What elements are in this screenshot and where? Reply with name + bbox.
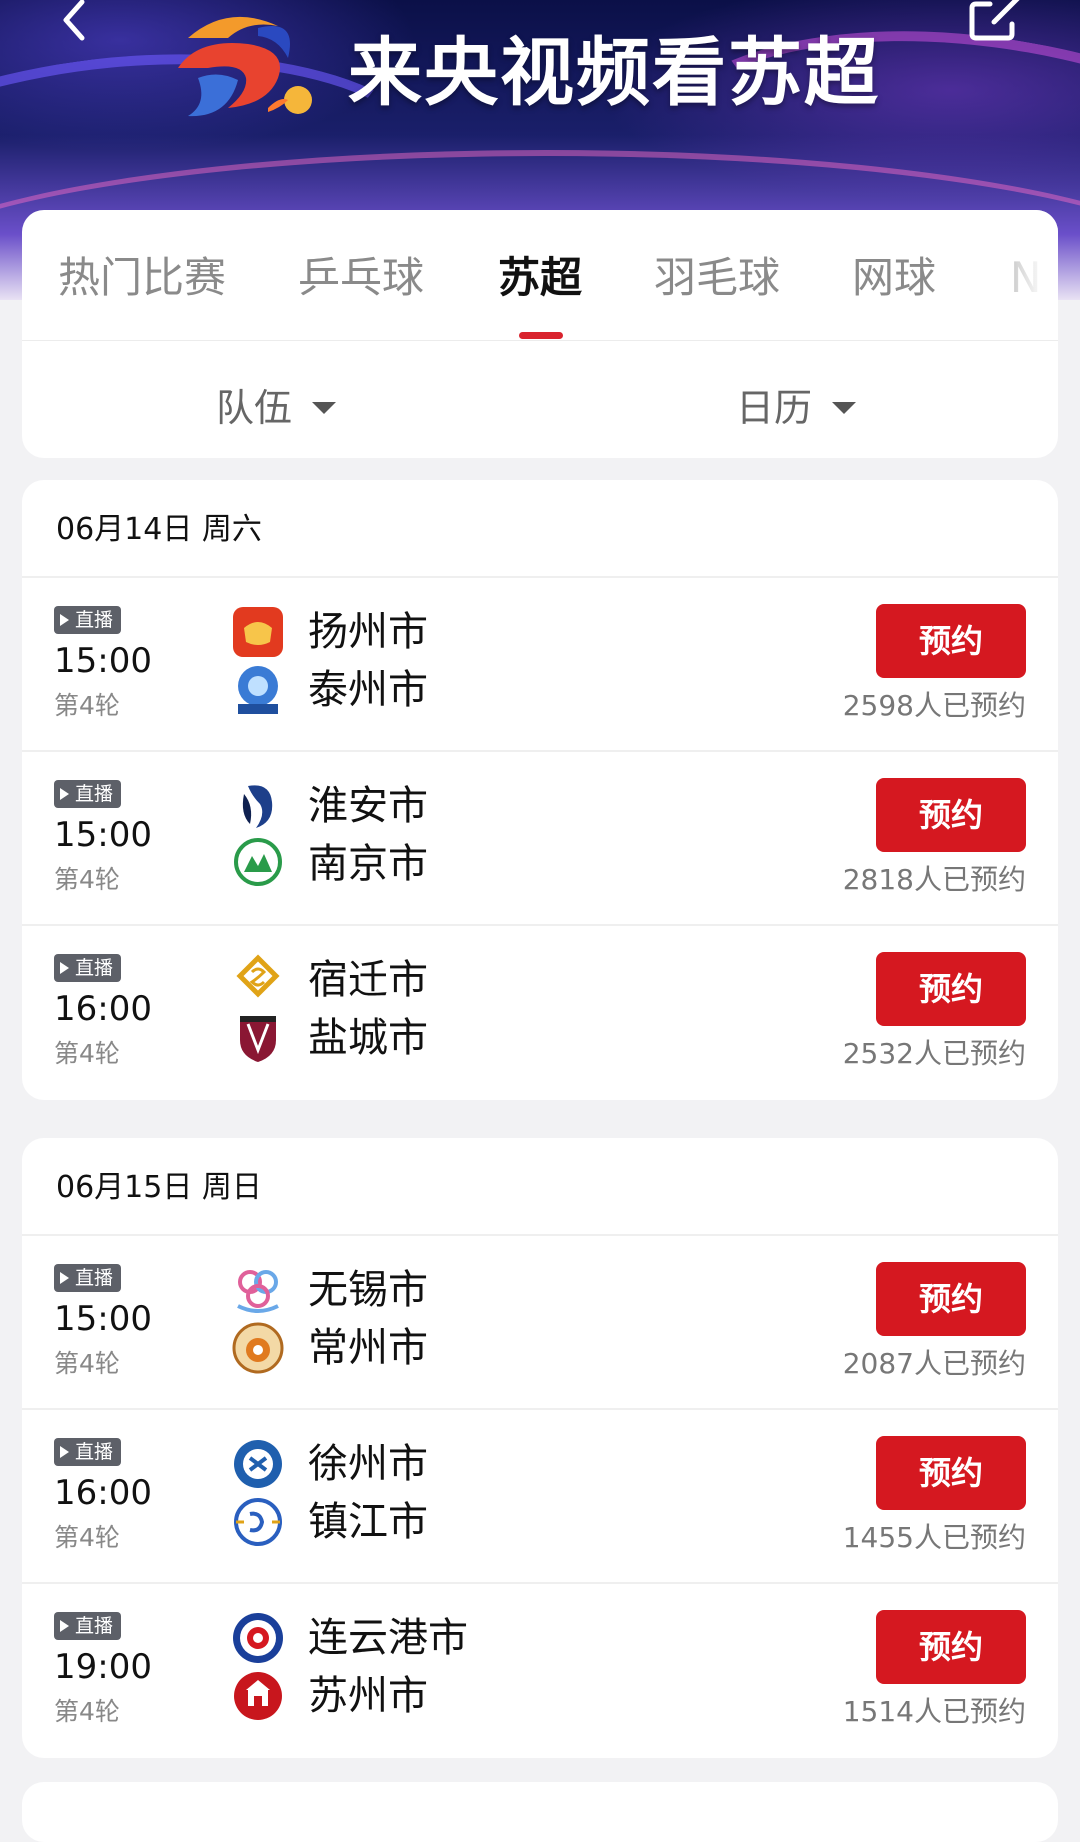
live-badge-label: 直播: [75, 1615, 114, 1637]
play-icon: [60, 788, 69, 800]
tab-su-super[interactable]: 苏超: [498, 248, 582, 308]
match-row[interactable]: 直播 15:00 第4轮 无锡市 常州市 预约 2087人已预约: [22, 1234, 1058, 1410]
team-logo-lianyungang-icon: [233, 1613, 283, 1663]
team-logo-suzhou-icon: [234, 1672, 282, 1720]
reserve-button[interactable]: 预约: [876, 778, 1026, 852]
team-logo-yangzhou-icon: [233, 607, 283, 657]
live-badge-label: 直播: [75, 1441, 114, 1463]
tab-table-tennis[interactable]: 乒乓球: [298, 248, 424, 308]
day-card: 06月15日 周日 直播 15:00 第4轮 无锡市 常州市 预约 2087人已…: [22, 1138, 1058, 1758]
live-badge-label: 直播: [75, 1267, 114, 1289]
team-logo-changzhou-icon: [232, 1322, 284, 1374]
play-icon: [60, 1446, 69, 1458]
team-logo-huaian-icon: [242, 785, 273, 828]
reservation-count: 2532人已预约: [842, 1037, 1026, 1070]
match-time: 19:00: [54, 1647, 152, 1687]
live-badge: 直播: [54, 1612, 122, 1640]
share-icon: [969, 0, 1020, 41]
live-badge: 直播: [54, 606, 122, 634]
team-filter-label: 队伍: [216, 386, 293, 430]
match-round: 第4轮: [54, 1349, 120, 1378]
match-round: 第4轮: [54, 691, 120, 720]
reservation-count: 2087人已预约: [842, 1347, 1026, 1380]
team-logo-taizhou-icon: [238, 666, 278, 714]
play-icon: [60, 1620, 69, 1632]
tab-badminton[interactable]: 羽毛球: [654, 248, 780, 308]
play-icon: [60, 614, 69, 626]
away-team-name: 苏州市: [308, 1673, 428, 1719]
home-team-name: 无锡市: [308, 1267, 428, 1313]
chevron-left-icon: [63, 0, 85, 41]
caret-down-icon: [312, 402, 337, 414]
match-row[interactable]: 直播 16:00 第4轮 宿迁市 盐城市 预约 2532人已预约: [22, 924, 1058, 1100]
reservation-count: 2818人已预约: [842, 863, 1026, 896]
back-button[interactable]: [52, 0, 102, 50]
match-row[interactable]: 直播 16:00 第4轮 徐州市 镇江市 预约 1455人已预约: [22, 1408, 1058, 1584]
match-row[interactable]: 直播 15:00 第4轮 扬州市 泰州市 预约 2598人已预约: [22, 576, 1058, 752]
banner-title: 来央视频看苏超: [348, 30, 880, 116]
match-round: 第4轮: [54, 865, 120, 894]
match-round: 第4轮: [54, 1523, 120, 1552]
team-logo-yancheng-icon: [240, 1016, 276, 1062]
share-button[interactable]: [968, 0, 1028, 50]
tab-tennis[interactable]: 网球: [852, 248, 936, 308]
reserve-button[interactable]: 预约: [876, 952, 1026, 1026]
live-badge: 直播: [54, 780, 122, 808]
team-filter[interactable]: 队伍: [216, 370, 337, 446]
reservation-count: 2598人已预约: [842, 689, 1026, 722]
home-team-name: 淮安市: [308, 783, 428, 829]
team-logo-wuxi-icon: [237, 1270, 279, 1313]
home-team-name: 宿迁市: [308, 957, 428, 1003]
reserve-button[interactable]: 预约: [876, 1436, 1026, 1510]
caret-down-icon: [832, 402, 857, 414]
day-date: 06月14日 周六: [56, 512, 262, 547]
play-icon: [60, 962, 69, 974]
match-time: 15:00: [54, 641, 152, 681]
match-round: 第4轮: [54, 1039, 120, 1068]
team-logo-zhenjiang-icon: [234, 1498, 282, 1546]
live-badge: 直播: [54, 954, 122, 982]
tab-hot-matches[interactable]: 热门比赛: [58, 248, 226, 308]
day-card: 06月14日 周六 直播 15:00 第4轮 扬州市 泰州市 预约 2598人已…: [22, 480, 1058, 1100]
su-super-league-logo: [178, 16, 312, 117]
home-team-name: 徐州市: [308, 1441, 428, 1487]
home-team-name: 连云港市: [308, 1615, 468, 1661]
away-team-name: 盐城市: [308, 1015, 428, 1061]
category-card: 热门比赛 乒乓球 苏超 羽毛球 网球 N 队伍 日历: [22, 210, 1058, 458]
next-day-card: [22, 1782, 1058, 1842]
match-time: 16:00: [54, 989, 152, 1029]
match-time: 15:00: [54, 815, 152, 855]
play-icon: [60, 1272, 69, 1284]
live-badge-label: 直播: [75, 957, 114, 979]
away-team-name: 常州市: [308, 1325, 428, 1371]
category-tabs: 热门比赛 乒乓球 苏超 羽毛球 网球 N: [22, 210, 1058, 341]
reserve-button[interactable]: 预约: [876, 604, 1026, 678]
match-row[interactable]: 直播 15:00 第4轮 淮安市 南京市 预约 2818人已预约: [22, 750, 1058, 926]
team-logo-nanjing-icon: [234, 838, 282, 886]
match-row[interactable]: 直播 19:00 第4轮 连云港市 苏州市 预约 1514人已预约: [22, 1582, 1058, 1758]
reserve-button[interactable]: 预约: [876, 1262, 1026, 1336]
live-badge-label: 直播: [75, 783, 114, 805]
reserve-button[interactable]: 预约: [876, 1610, 1026, 1684]
live-badge: 直播: [54, 1438, 122, 1466]
tab-active-indicator: [519, 332, 563, 339]
team-logo-xuzhou-icon: [234, 1440, 282, 1488]
away-team-name: 泰州市: [308, 667, 428, 713]
away-team-name: 南京市: [308, 841, 428, 887]
live-badge-label: 直播: [75, 609, 114, 631]
day-date: 06月15日 周日: [56, 1170, 262, 1205]
calendar-filter[interactable]: 日历: [736, 370, 857, 446]
match-time: 16:00: [54, 1473, 152, 1513]
away-team-name: 镇江市: [308, 1499, 428, 1545]
live-badge: 直播: [54, 1264, 122, 1292]
reservation-count: 1514人已预约: [842, 1695, 1026, 1728]
match-time: 15:00: [54, 1299, 152, 1339]
team-logo-suqian-icon: [236, 954, 280, 998]
reservation-count: 1455人已预约: [842, 1521, 1026, 1554]
home-team-name: 扬州市: [308, 609, 428, 655]
tab-more[interactable]: N: [1010, 248, 1041, 308]
calendar-filter-label: 日历: [736, 386, 813, 430]
match-round: 第4轮: [54, 1697, 120, 1726]
